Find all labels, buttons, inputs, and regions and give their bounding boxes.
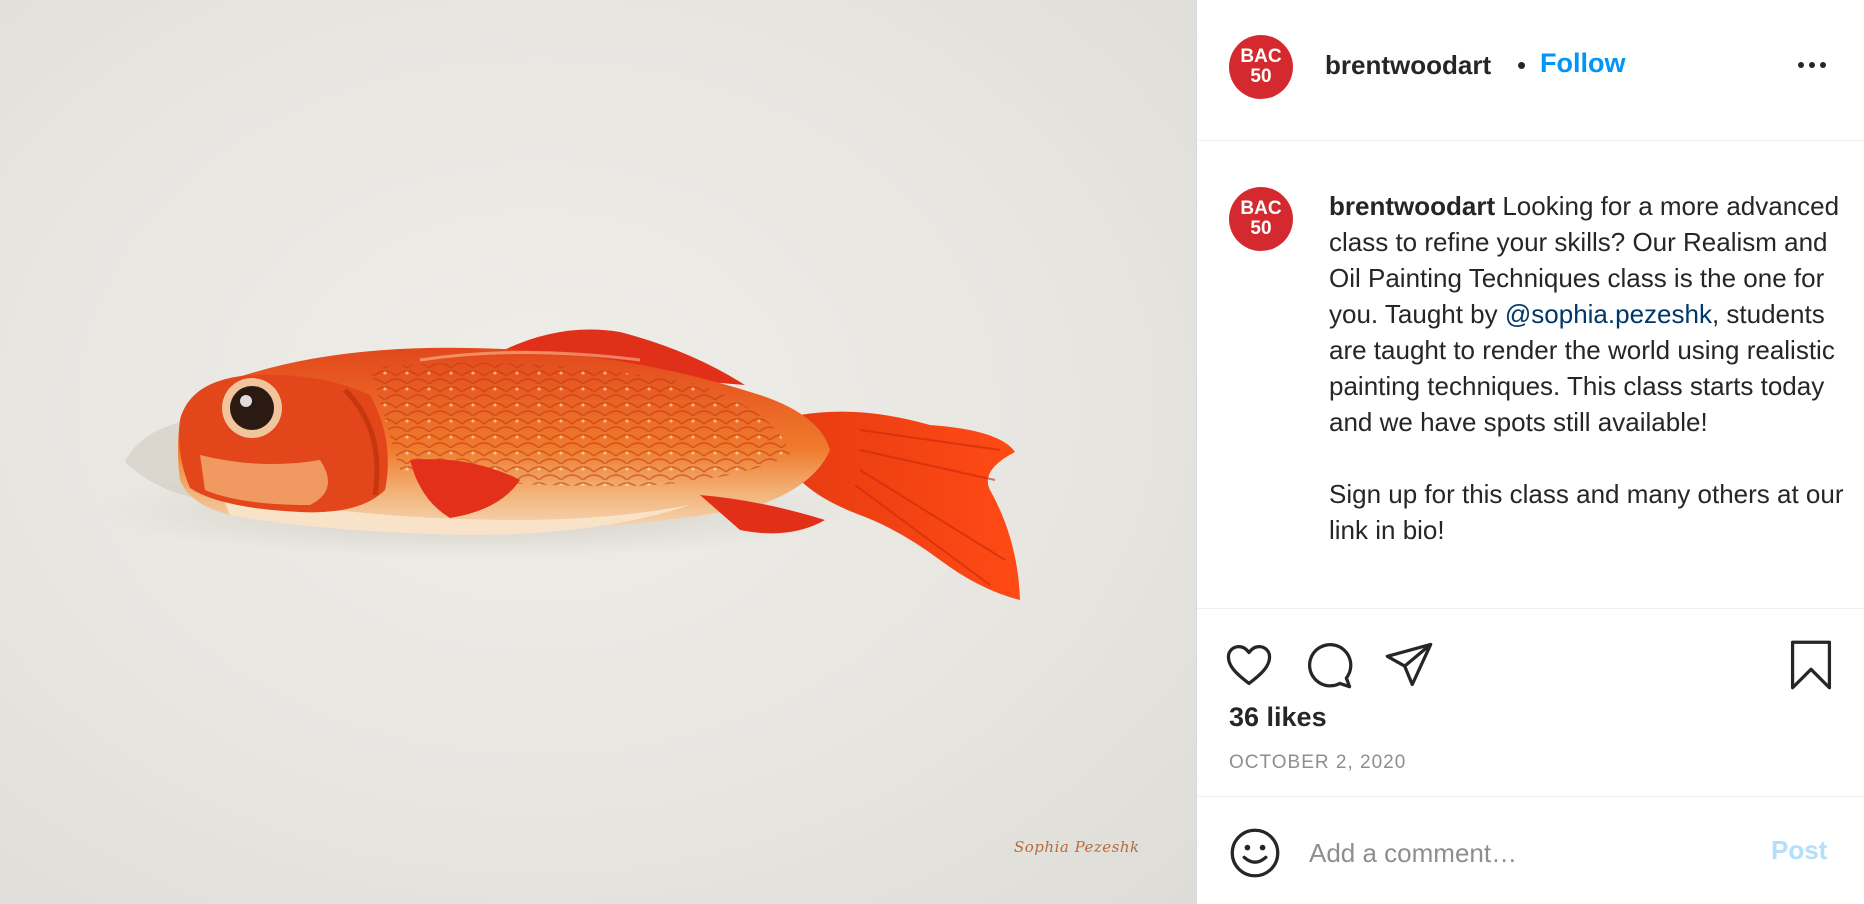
share-icon[interactable] [1383, 639, 1435, 691]
goldfish-painting [100, 329, 1020, 600]
likes-count[interactable]: 36 likes [1229, 702, 1327, 733]
dot [1798, 62, 1804, 68]
comment-input[interactable] [1309, 833, 1749, 873]
emoji-icon[interactable] [1229, 827, 1281, 879]
username-link[interactable]: brentwoodart [1325, 50, 1491, 81]
heart-icon[interactable] [1223, 639, 1275, 691]
comment-bar: Post [1197, 796, 1864, 904]
separator-dot: • [1517, 50, 1527, 80]
mention-link[interactable]: @sophia.pezeshk [1505, 299, 1712, 329]
caption-text: brentwoodart Looking for a more advanced… [1329, 188, 1844, 548]
action-bar: 36 likes OCTOBER 2, 2020 [1197, 608, 1864, 796]
caption-avatar[interactable]: BAC 50 [1229, 187, 1293, 251]
post-date: OCTOBER 2, 2020 [1229, 752, 1407, 773]
more-options-icon[interactable] [1798, 58, 1832, 72]
caption-section: BAC 50 brentwoodart Looking for a more a… [1197, 142, 1864, 608]
avatar-text-line1: BAC [1240, 198, 1282, 219]
bookmark-icon[interactable] [1785, 639, 1837, 691]
follow-button[interactable]: Follow [1540, 48, 1625, 79]
post-comment-button[interactable]: Post [1771, 835, 1827, 866]
avatar-text-line1: BAC [1240, 46, 1282, 67]
post-sidebar: BAC 50 brentwoodart • Follow BAC 50 bren… [1196, 0, 1864, 904]
post-header: BAC 50 brentwoodart • Follow [1197, 0, 1864, 141]
instagram-post: Sophia Pezeshk BAC 50 brentwoodart • Fol… [0, 0, 1864, 904]
comment-icon[interactable] [1303, 639, 1355, 691]
caption-second-paragraph: Sign up for this class and many others a… [1329, 479, 1844, 545]
artist-signature: Sophia Pezeshk [1014, 838, 1140, 856]
dot [1809, 62, 1815, 68]
avatar-text-line2: 50 [1250, 218, 1272, 239]
post-image[interactable]: Sophia Pezeshk [0, 0, 1196, 904]
avatar-text-line2: 50 [1250, 66, 1272, 87]
dot [1820, 62, 1826, 68]
caption-username[interactable]: brentwoodart [1329, 191, 1495, 221]
avatar[interactable]: BAC 50 [1229, 35, 1293, 99]
